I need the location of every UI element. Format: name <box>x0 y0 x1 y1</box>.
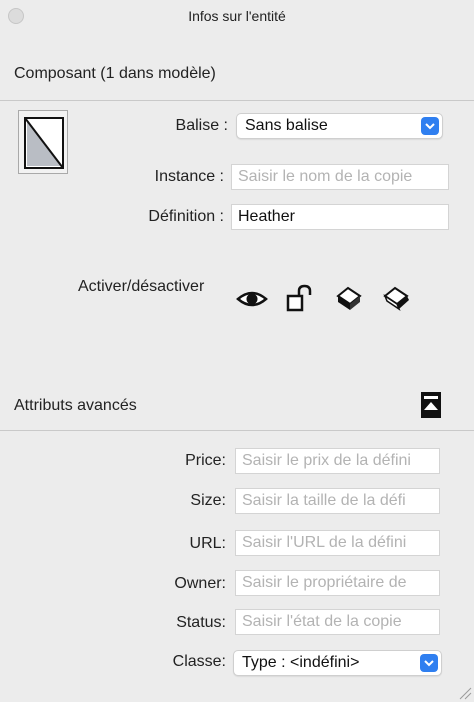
definition-label: Définition : <box>148 208 224 225</box>
size-input[interactable]: Saisir la taille de la défi <box>235 488 440 514</box>
window-title: Infos sur l'entité <box>188 8 286 24</box>
owner-label: Owner: <box>174 575 226 592</box>
instance-input[interactable]: Saisir le nom de la copie <box>231 164 449 190</box>
price-input[interactable]: Saisir le prix de la défini <box>235 448 440 474</box>
collapse-toggle-icon[interactable] <box>421 392 441 418</box>
cast-shadow-icon[interactable] <box>334 284 366 314</box>
size-label: Size: <box>190 492 226 509</box>
balise-select[interactable]: Sans balise <box>236 113 443 139</box>
lock-icon[interactable] <box>285 284 317 314</box>
receive-shadow-icon[interactable] <box>381 284 413 314</box>
url-label: URL: <box>189 535 226 552</box>
advanced-section-header: Attributs avancés <box>14 397 137 414</box>
instance-label: Instance : <box>154 168 224 185</box>
eye-icon[interactable] <box>236 284 268 314</box>
chevron-down-icon <box>420 654 438 672</box>
status-input[interactable]: Saisir l'état de la copie <box>235 609 440 635</box>
resize-grip-icon[interactable] <box>458 686 472 700</box>
status-label: Status: <box>176 614 226 631</box>
price-label: Price: <box>185 452 226 469</box>
balise-label: Balise : <box>175 117 228 134</box>
balise-select-value: Sans balise <box>245 117 328 134</box>
toggle-label: Activer/désactiver <box>78 278 205 295</box>
owner-input[interactable]: Saisir le propriétaire de <box>235 570 440 596</box>
chevron-down-icon <box>421 117 439 135</box>
divider <box>0 430 474 431</box>
classe-label: Classe: <box>172 653 226 670</box>
url-input[interactable]: Saisir l'URL de la défini <box>235 530 440 556</box>
definition-input[interactable]: Heather <box>231 204 449 230</box>
title-bar: Infos sur l'entité <box>0 0 474 34</box>
component-section-header: Composant (1 dans modèle) <box>14 65 216 82</box>
classe-select[interactable]: Type : <indéfini> <box>233 650 442 676</box>
component-thumbnail <box>18 110 68 174</box>
divider <box>0 100 474 101</box>
entity-info-window: Infos sur l'entité Composant (1 dans mod… <box>0 0 474 702</box>
classe-select-value: Type : <indéfini> <box>242 654 360 671</box>
